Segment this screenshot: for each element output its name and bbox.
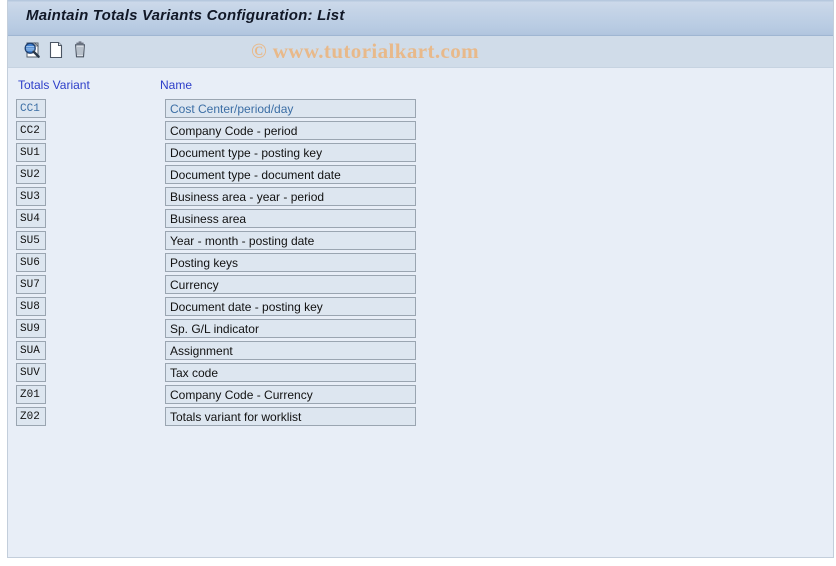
totals-variant-key-field[interactable]: SU6 [16,253,46,272]
new-document-icon [46,40,66,65]
column-header-totals-variant: Totals Variant [18,78,90,92]
totals-variant-key-field[interactable]: CC1 [16,99,46,118]
totals-variant-name-field[interactable]: Business area [165,209,416,228]
totals-variant-name-field[interactable]: Totals variant for worklist [165,407,416,426]
magnifier-document-icon [22,40,42,65]
table-row[interactable]: SU3 Business area - year - period [8,187,833,209]
watermark-text: © www.tutorialkart.com [251,39,480,63]
table-row[interactable]: SUA Assignment [8,341,833,363]
totals-variant-name-field[interactable]: Sp. G/L indicator [165,319,416,338]
table-row[interactable]: SU6 Posting keys [8,253,833,275]
totals-variant-key-field[interactable]: SU9 [16,319,46,338]
delete-button[interactable] [68,40,92,64]
totals-variant-name-field[interactable]: Year - month - posting date [165,231,416,250]
totals-variant-name-field[interactable]: Business area - year - period [165,187,416,206]
table-row[interactable]: CC2 Company Code - period [8,121,833,143]
table-row[interactable]: SU5 Year - month - posting date [8,231,833,253]
totals-variant-key-field[interactable]: SU1 [16,143,46,162]
table-row[interactable]: SU4 Business area [8,209,833,231]
page-title: Maintain Totals Variants Configuration: … [26,7,345,24]
totals-variant-name-field[interactable]: Currency [165,275,416,294]
totals-variant-name-field[interactable]: Tax code [165,363,416,382]
totals-variant-name-field[interactable]: Document date - posting key [165,297,416,316]
totals-variant-name-field[interactable]: Document type - posting key [165,143,416,162]
application-window: Maintain Totals Variants Configuration: … [7,0,834,558]
totals-variant-name-field[interactable]: Assignment [165,341,416,360]
table-rows: CC1 Cost Center/period/day CC2 Company Code… [8,99,833,429]
totals-variant-key-field[interactable]: SU7 [16,275,46,294]
totals-variant-key-field[interactable]: SU8 [16,297,46,316]
totals-variant-key-field[interactable]: SUV [16,363,46,382]
toolbar: © www.tutorialkart.com [8,36,833,68]
totals-variant-key-field[interactable]: SU5 [16,231,46,250]
totals-variant-key-field[interactable]: CC2 [16,121,46,140]
totals-variant-name-field[interactable]: Document type - document date [165,165,416,184]
totals-variant-key-field[interactable]: Z01 [16,385,46,404]
table-row[interactable]: SU8 Document date - posting key [8,297,833,319]
table-row[interactable]: SU1 Document type - posting key [8,143,833,165]
content-area: Totals Variant Name CC1 Cost Center/perio… [8,68,833,556]
totals-variant-key-field[interactable]: SU2 [16,165,46,184]
trash-can-icon [70,40,90,65]
table-row[interactable]: Z01 Company Code - Currency [8,385,833,407]
totals-variant-key-field[interactable]: SU3 [16,187,46,206]
table-column-headers: Totals Variant Name [8,78,833,96]
table-row[interactable]: SUV Tax code [8,363,833,385]
table-row[interactable]: SU7 Currency [8,275,833,297]
table-row[interactable]: CC1 Cost Center/period/day [8,99,833,121]
table-row[interactable]: SU2 Document type - document date [8,165,833,187]
totals-variant-name-field[interactable]: Company Code - period [165,121,416,140]
column-header-name: Name [160,78,193,92]
table-row[interactable]: Z02 Totals variant for worklist [8,407,833,429]
display-details-button[interactable] [20,40,44,64]
table-row[interactable]: SU9 Sp. G/L indicator [8,319,833,341]
totals-variant-key-field[interactable]: SU4 [16,209,46,228]
totals-variant-name-field[interactable]: Posting keys [165,253,416,272]
totals-variant-name-field[interactable]: Cost Center/period/day [165,99,416,118]
totals-variant-key-field[interactable]: Z02 [16,407,46,426]
new-entries-button[interactable] [44,40,68,64]
title-bar: Maintain Totals Variants Configuration: … [8,0,833,36]
totals-variant-key-field[interactable]: SUA [16,341,46,360]
totals-variant-name-field[interactable]: Company Code - Currency [165,385,416,404]
